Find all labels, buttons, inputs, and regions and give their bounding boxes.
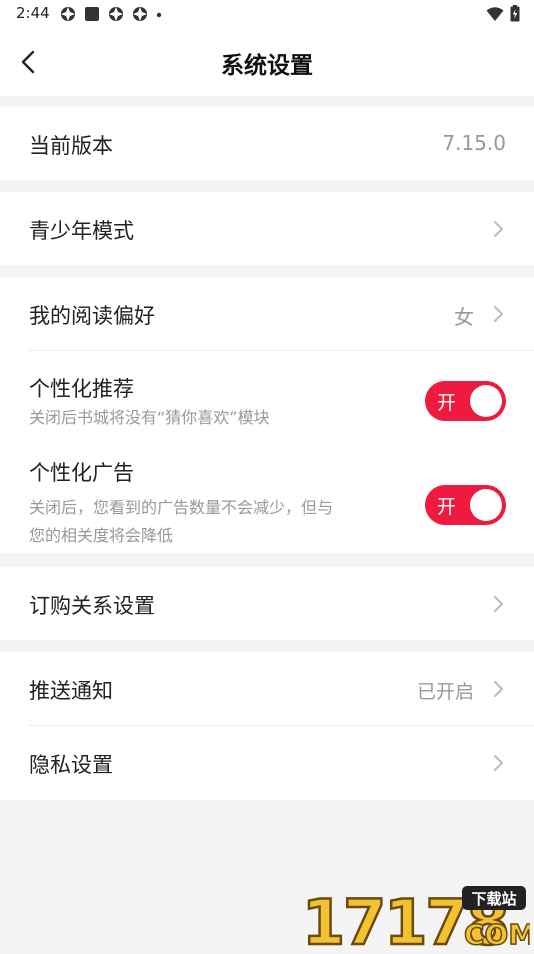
toggle-knob: [470, 489, 502, 521]
youth-mode-section: 青少年模式: [0, 192, 534, 265]
personal-recommend-description: 关闭后书城将没有“猜你喜欢”模块: [29, 408, 270, 427]
app-notification-icon: [133, 7, 147, 21]
status-bar: 2:44: [0, 0, 534, 28]
page-title: 系统设置: [221, 53, 313, 79]
toggle-knob: [470, 385, 502, 417]
system-status-icons: [486, 5, 520, 22]
navigation-bar: 系统设置: [0, 28, 534, 96]
push-notification-label: 推送通知: [29, 679, 113, 703]
personal-recommend-toggle[interactable]: 开: [425, 381, 506, 421]
personal-ads-row: 个性化广告 关闭后，您看到的广告数量不会减少，但与 您的相关度将会降低 开: [0, 435, 534, 553]
watermark-logo-graphic: 17178 下载站 COM: [301, 885, 534, 954]
personal-ads-description-line1: 关闭后，您看到的广告数量不会减少，但与: [29, 498, 334, 517]
personal-ads-description-line2: 您的相关度将会降低: [29, 526, 174, 545]
reading-preference-value: 女: [454, 305, 474, 329]
app-notification-icon: [109, 7, 123, 21]
wifi-icon: [486, 6, 504, 21]
privacy-settings-row[interactable]: 隐私设置: [0, 726, 534, 800]
notification-icons: [60, 6, 162, 22]
watermark-badge-text: 下载站: [471, 890, 516, 908]
subscription-row[interactable]: 订购关系设置: [0, 567, 534, 640]
toggle-on-text: 开: [437, 496, 457, 518]
battery-icon: [510, 5, 520, 22]
personal-recommend-row: 个性化推荐 关闭后书城将没有“猜你喜欢”模块 开: [0, 351, 534, 435]
preferences-section: 我的阅读偏好 女 个性化推荐 关闭后书城将没有“猜你喜欢”模块 开 个性化广告 …: [0, 277, 534, 553]
chevron-right-icon: [494, 596, 503, 612]
subscription-section: 订购关系设置: [0, 567, 534, 640]
more-notifications-dot-icon: [156, 12, 162, 18]
reading-preference-row[interactable]: 我的阅读偏好 女: [0, 277, 534, 350]
version-label: 当前版本: [29, 134, 113, 158]
chevron-right-icon: [494, 755, 503, 771]
app-notification-icon: [61, 7, 75, 21]
reading-preference-label: 我的阅读偏好: [29, 304, 155, 328]
version-section: 当前版本 7.15.0: [0, 107, 534, 180]
watermark-suffix: COM: [464, 918, 530, 950]
youth-mode-row[interactable]: 青少年模式: [0, 192, 534, 265]
site-watermark-logo: 17178 下载站 COM: [300, 880, 534, 954]
chevron-right-icon: [494, 306, 503, 322]
status-time: 2:44: [16, 4, 50, 22]
personal-ads-label: 个性化广告: [29, 461, 134, 485]
subscription-label: 订购关系设置: [29, 594, 155, 618]
personal-ads-toggle[interactable]: 开: [425, 485, 506, 525]
version-row: 当前版本 7.15.0: [0, 107, 534, 180]
youth-mode-label: 青少年模式: [29, 219, 134, 243]
push-notification-status: 已开启: [416, 681, 474, 703]
privacy-settings-label: 隐私设置: [29, 753, 113, 777]
square-notification-icon: [85, 7, 99, 21]
chevron-right-icon: [494, 221, 503, 237]
personal-recommend-label: 个性化推荐: [29, 377, 134, 401]
chevron-right-icon: [494, 681, 503, 697]
toggle-on-text: 开: [437, 392, 457, 414]
notification-privacy-section: 推送通知 已开启 隐私设置: [0, 652, 534, 800]
push-notification-row[interactable]: 推送通知 已开启: [0, 652, 534, 725]
version-value: 7.15.0: [442, 131, 506, 155]
